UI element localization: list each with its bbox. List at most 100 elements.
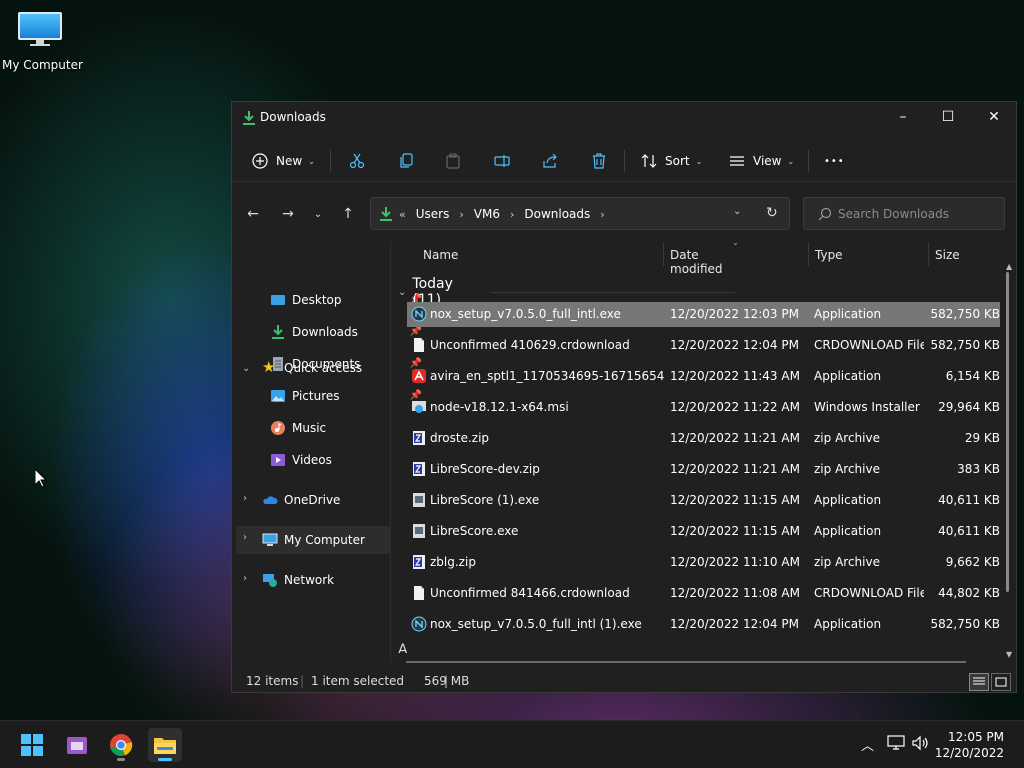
- file-row[interactable]: LibreScore.exe 12/20/2022 11:15 AM Applica…: [407, 519, 1000, 544]
- file-row[interactable]: avira_en_sptl1_1170534695-1671565424__..…: [407, 364, 1000, 389]
- title-bar[interactable]: Downloads – ☐ ✕: [232, 102, 1016, 134]
- file-size: 6,154 KB: [945, 369, 1000, 383]
- cut-button[interactable]: [349, 147, 365, 175]
- column-header-type[interactable]: Type: [815, 248, 843, 262]
- copy-button[interactable]: [398, 147, 414, 175]
- exe-icon: [411, 492, 427, 508]
- minimize-button[interactable]: –: [880, 102, 926, 132]
- chevron-down-icon: ⌄: [308, 156, 315, 166]
- breadcrumb-overflow[interactable]: «: [399, 208, 406, 221]
- rename-icon: [494, 155, 510, 167]
- chevron-down-icon[interactable]: ⌄: [242, 363, 250, 374]
- scroll-down-icon[interactable]: ▼: [1006, 650, 1012, 659]
- sidebar-item-downloads[interactable]: Downloads 📌: [270, 318, 424, 346]
- up-arrow-icon[interactable]: ↑: [336, 203, 360, 225]
- file-row[interactable]: Unconfirmed 410629.crdownload 12/20/2022 …: [407, 333, 1000, 358]
- chevron-right-icon[interactable]: ›: [459, 208, 463, 221]
- maximize-button[interactable]: ☐: [925, 102, 971, 132]
- file-row[interactable]: droste.zip 12/20/2022 11:21 AM zip Archive…: [407, 426, 1000, 451]
- sidebar-item-onedrive[interactable]: OneDrive: [262, 486, 416, 514]
- file-type: Application: [814, 524, 882, 538]
- recent-locations-chevron-icon[interactable]: ⌄: [306, 203, 330, 225]
- sidebar-item-pictures[interactable]: Pictures 📌: [270, 382, 424, 410]
- file-size: 9,662 KB: [945, 555, 1000, 569]
- file-size: 40,611 KB: [938, 493, 1000, 507]
- column-header-name[interactable]: Name: [423, 248, 458, 262]
- file-row[interactable]: zblg.zip 12/20/2022 11:10 AM zip Archive 9,…: [407, 550, 1000, 575]
- taskbar-app-chrome[interactable]: [104, 728, 138, 762]
- scissors-icon: [349, 153, 365, 169]
- chevron-right-icon[interactable]: ›: [600, 208, 604, 221]
- chevron-down-icon: ⌄: [398, 286, 407, 298]
- details-view-button[interactable]: [969, 673, 989, 691]
- chevron-right-icon[interactable]: ›: [243, 532, 247, 543]
- taskbar-app-file-explorer[interactable]: [148, 728, 182, 762]
- column-header-date[interactable]: Date modified: [670, 248, 723, 276]
- address-dropdown-chevron-icon[interactable]: ⌄: [733, 206, 741, 217]
- file-row[interactable]: nox_setup_v7.0.5.0_full_intl.exe 12/20/20…: [407, 302, 1000, 327]
- address-bar[interactable]: « Users › VM6 › Downloads › ⌄ ↻: [370, 197, 790, 230]
- share-button[interactable]: [542, 147, 558, 175]
- file-date: 12/20/2022 12:04 PM: [670, 338, 799, 352]
- file-row[interactable]: LibreScore (1).exe 12/20/2022 11:15 AM App…: [407, 488, 1000, 513]
- rename-button[interactable]: [494, 147, 510, 175]
- file-type: zip Archive: [814, 462, 880, 476]
- nox-icon: [411, 306, 427, 322]
- vertical-scrollbar[interactable]: [1006, 272, 1009, 592]
- back-arrow-icon[interactable]: ←: [241, 203, 265, 225]
- horizontal-scrollbar[interactable]: [406, 661, 966, 663]
- breadcrumb-vm6[interactable]: VM6: [474, 207, 500, 221]
- sort-button[interactable]: Sort ⌄: [641, 147, 702, 175]
- blank-file-icon: [411, 585, 427, 601]
- file-row[interactable]: node-v18.12.1-x64.msi 12/20/2022 11:22 AM…: [407, 395, 1000, 420]
- breadcrumb-downloads[interactable]: Downloads: [524, 207, 590, 221]
- sidebar-item-videos[interactable]: Videos: [270, 446, 424, 474]
- file-row[interactable]: LibreScore-dev.zip 12/20/2022 11:21 AM zip…: [407, 457, 1000, 482]
- file-size: 29,964 KB: [938, 400, 1000, 414]
- search-input[interactable]: [838, 206, 998, 222]
- taskbar: ︿ 12:05 PM 12/20/2022: [0, 720, 1024, 768]
- view-button[interactable]: View ⌄: [729, 147, 794, 175]
- chevron-down-icon: ⌄: [787, 156, 795, 166]
- start-button[interactable]: [15, 728, 49, 762]
- sidebar-item-network[interactable]: Network: [262, 566, 416, 594]
- forward-arrow-icon[interactable]: →: [276, 203, 300, 225]
- chevron-right-icon[interactable]: ›: [243, 493, 247, 504]
- desktop-icon-my-computer[interactable]: My Computer: [2, 8, 83, 72]
- file-size: 44,802 KB: [938, 586, 1000, 600]
- column-header-size[interactable]: Size: [935, 248, 960, 262]
- delete-button[interactable]: [591, 147, 607, 175]
- file-row[interactable]: nox_setup_v7.0.5.0_full_intl (1).exe 12/2…: [407, 612, 1000, 637]
- breadcrumb-users[interactable]: Users: [416, 207, 450, 221]
- more-options-button[interactable]: •••: [824, 147, 845, 175]
- file-row[interactable]: Unconfirmed 841466.crdownload 12/20/2022 …: [407, 581, 1000, 606]
- file-manager-icon: [67, 737, 87, 754]
- chevron-right-icon[interactable]: ›: [243, 573, 247, 584]
- paste-button[interactable]: [445, 147, 461, 175]
- new-button[interactable]: New ⌄: [252, 147, 315, 175]
- show-hidden-icons-chevron-icon[interactable]: ︿: [861, 735, 874, 754]
- system-clock[interactable]: 12:05 PM 12/20/2022: [935, 729, 1004, 761]
- sidebar-item-label: Pictures: [292, 389, 340, 403]
- volume-icon[interactable]: [912, 735, 930, 755]
- scroll-up-icon[interactable]: ▲: [1006, 262, 1012, 271]
- sort-indicator-icon: ⌄: [732, 238, 739, 247]
- search-box[interactable]: [803, 197, 1005, 230]
- sidebar-item-my-computer[interactable]: › My Computer: [236, 526, 390, 554]
- cloud-icon: [262, 492, 278, 508]
- file-name: Unconfirmed 410629.crdownload: [430, 338, 630, 352]
- chrome-icon: [110, 734, 133, 757]
- monitor-icon: [18, 12, 62, 46]
- sidebar-item-music[interactable]: Music: [270, 414, 424, 442]
- details-view-icon: [973, 677, 985, 685]
- file-date: 12/20/2022 11:15 AM: [670, 493, 800, 507]
- group-header-long-ago[interactable]: A long time ago (1): [398, 642, 430, 653]
- chevron-right-icon[interactable]: ›: [510, 208, 514, 221]
- close-button[interactable]: ✕: [971, 102, 1017, 132]
- large-icons-view-button[interactable]: [991, 673, 1011, 691]
- refresh-icon[interactable]: ↻: [766, 205, 778, 221]
- sidebar-item-documents[interactable]: Documents 📌: [270, 350, 424, 378]
- network-status-icon[interactable]: [887, 735, 905, 755]
- plus-circle-icon: [252, 153, 268, 169]
- taskbar-app-file-manager[interactable]: [60, 728, 94, 762]
